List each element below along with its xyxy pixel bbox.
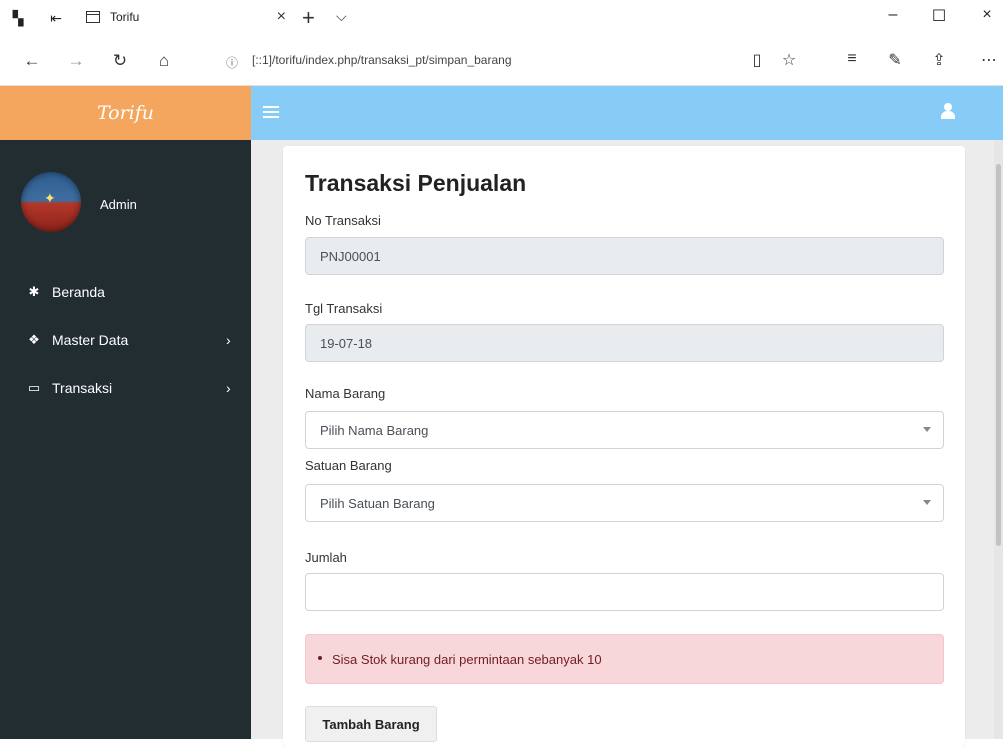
nama-barang-select[interactable]: Pilih Nama Barang — [305, 411, 944, 449]
close-tab-icon[interactable]: × — [277, 8, 286, 26]
stock-alert: Sisa Stok kurang dari permintaan sebanya… — [305, 634, 944, 684]
minimize-icon[interactable]: – — [878, 6, 908, 24]
dropdown-caret-icon — [923, 427, 931, 432]
more-icon[interactable]: ⋯ — [977, 50, 1001, 70]
nama-barang-label: Nama Barang — [305, 386, 386, 401]
tambah-barang-button[interactable]: Tambah Barang — [305, 706, 437, 742]
user-name: Admin — [100, 197, 137, 212]
tgl-transaksi-label: Tgl Transaksi — [305, 301, 383, 316]
home-icon[interactable]: ⌂ — [152, 51, 176, 71]
maximize-icon[interactable]: ☐ — [924, 6, 954, 26]
back-icon[interactable]: ← — [20, 51, 44, 71]
satuan-barang-select[interactable]: Pilih Satuan Barang — [305, 484, 944, 522]
star-icon: ✦ — [44, 190, 56, 206]
sidebar-item-label: Beranda — [52, 284, 105, 300]
reading-view-icon[interactable]: ▯ — [745, 50, 769, 70]
nama-barang-placeholder: Pilih Nama Barang — [320, 422, 429, 438]
dropdown-caret-icon — [923, 500, 931, 505]
close-window-icon[interactable]: × — [972, 6, 1002, 24]
refresh-icon[interactable]: ↻ — [108, 51, 132, 71]
tgl-transaksi-field: 19-07-18 — [305, 324, 944, 362]
browser-tab[interactable]: Torifu × — [86, 0, 294, 36]
tab-actions-icon[interactable]: ▚ — [10, 10, 26, 26]
sidebar-item-label: Master Data — [52, 332, 129, 348]
avatar: ✦ — [21, 172, 81, 232]
set-aside-tabs-icon[interactable]: ⇤ — [48, 10, 64, 26]
sidebar-item-master-data[interactable]: ❖ Master Data › — [0, 318, 251, 362]
jumlah-input[interactable] — [305, 573, 944, 611]
chevron-right-icon: › — [226, 380, 231, 396]
alert-message: Sisa Stok kurang dari permintaan sebanya… — [332, 652, 602, 667]
app: Torifu ✦ Admin ✱ Beranda ❖ Master Data ›… — [0, 86, 1003, 746]
brand-logo[interactable]: Torifu — [0, 86, 251, 140]
share-icon[interactable]: ⇪ — [927, 50, 951, 70]
sidebar-item-beranda[interactable]: ✱ Beranda — [0, 270, 251, 314]
page-title: Transaksi Penjualan — [305, 170, 527, 196]
scrollbar-thumb[interactable] — [996, 164, 1001, 546]
cogs-icon: ✱ — [28, 284, 40, 299]
satuan-barang-label: Satuan Barang — [305, 458, 392, 473]
site-info-icon[interactable]: ⓘ — [226, 54, 238, 71]
browser-tab-bar: ▚ ⇤ Torifu × + ⌵ – ☐ × — [0, 0, 1003, 36]
bullet-icon — [318, 656, 322, 660]
tab-title: Torifu — [110, 10, 140, 24]
url-field[interactable]: [::1]/torifu/index.php/transaksi_pt/simp… — [252, 53, 512, 67]
satuan-barang-placeholder: Pilih Satuan Barang — [320, 495, 435, 511]
hamburger-menu-icon[interactable] — [263, 106, 279, 118]
no-transaksi-field: PNJ00001 — [305, 237, 944, 275]
chevron-right-icon: › — [226, 332, 231, 348]
transaction-form-panel: Transaksi Penjualan No Transaksi PNJ0000… — [283, 146, 965, 746]
sidebar-item-transaksi[interactable]: ▭ Transaksi › — [0, 366, 251, 410]
top-navbar — [251, 86, 1003, 140]
no-transaksi-label: No Transaksi — [305, 213, 381, 228]
cubes-icon: ❖ — [28, 332, 40, 347]
sidebar: ✦ Admin ✱ Beranda ❖ Master Data › ▭ Tran… — [0, 140, 251, 739]
address-bar: ← → ↻ ⌂ ⓘ [::1]/torifu/index.php/transak… — [0, 36, 1003, 86]
page-icon — [86, 11, 100, 23]
sidebar-item-label: Transaksi — [52, 380, 113, 396]
new-tab-icon[interactable]: + — [302, 5, 315, 31]
chevron-down-icon[interactable]: ⌵ — [336, 8, 347, 25]
forward-icon[interactable]: → — [64, 51, 88, 71]
desktop-icon: ▭ — [27, 380, 41, 395]
scrollbar[interactable] — [994, 140, 1003, 739]
user-icon[interactable] — [941, 102, 955, 120]
web-note-icon[interactable]: ✎ — [883, 50, 907, 70]
favorite-star-icon[interactable]: ☆ — [777, 50, 801, 70]
favorites-list-icon[interactable]: ≡ — [840, 50, 864, 68]
jumlah-label: Jumlah — [305, 550, 347, 565]
